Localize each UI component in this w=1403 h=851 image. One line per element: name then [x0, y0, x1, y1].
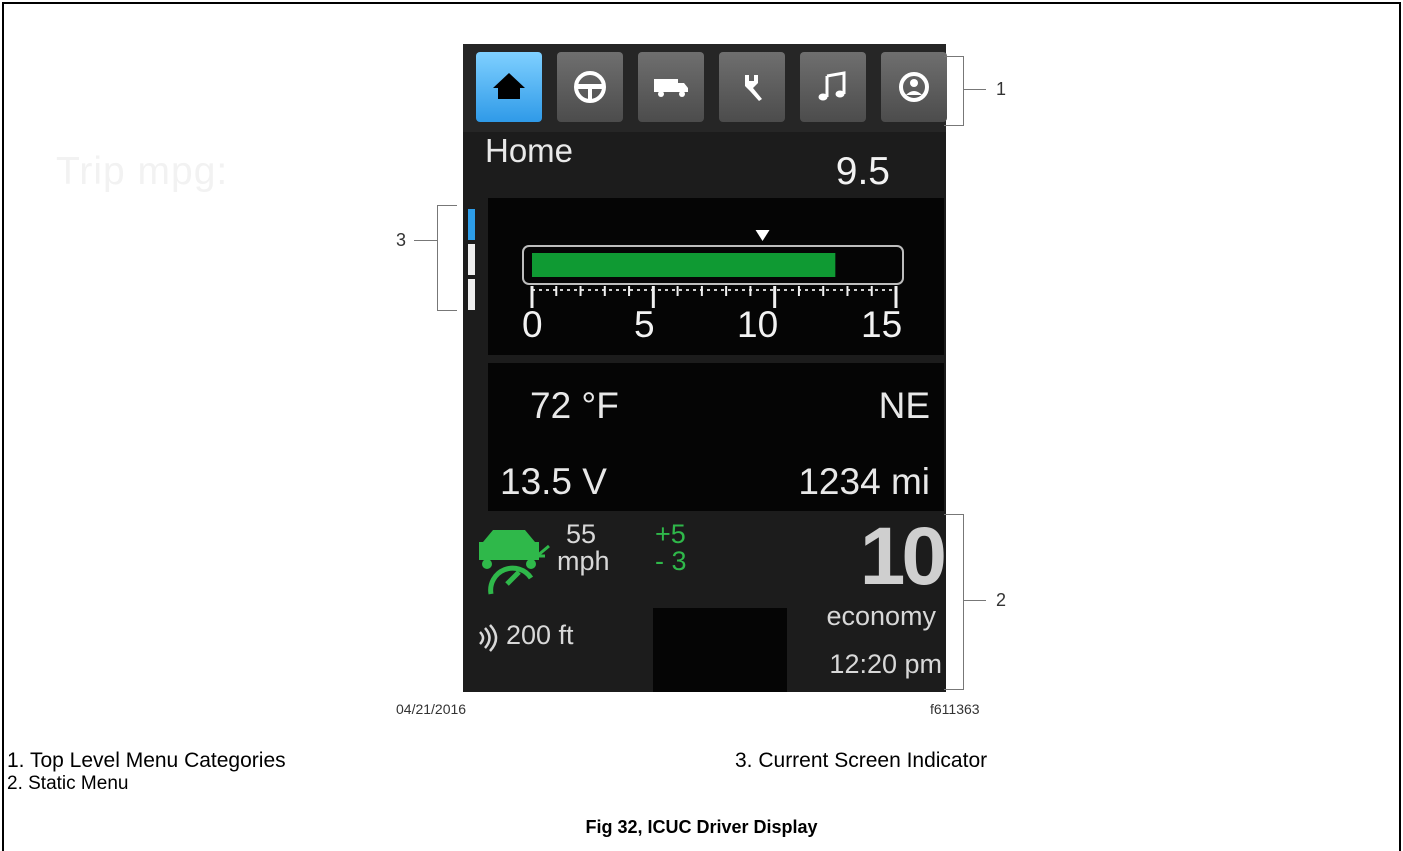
follow-distance-value: 200 ft: [506, 620, 574, 650]
settings-icon: [899, 72, 929, 102]
blank-status-panel: [653, 608, 787, 692]
tick-label-0: 0: [522, 304, 543, 345]
legend-item-1: 1. Top Level Menu Categories: [7, 749, 286, 772]
odometer-value: 1234 mi: [798, 461, 930, 502]
figure-date: 04/21/2016: [396, 701, 467, 717]
adaptive-cruise-icon: [479, 530, 550, 595]
music-note-icon: [818, 71, 846, 101]
current-gear: 10: [859, 511, 947, 602]
trip-mpg-value: 9.5: [835, 150, 890, 193]
trip-mpg-gauge: [522, 230, 904, 308]
voltage-value: 13.5 V: [500, 461, 607, 502]
gauge-marker: [755, 230, 770, 241]
page-border-top: [2, 2, 1401, 4]
page-border-left: [2, 2, 4, 851]
callout-bracket-2-bottom: [944, 689, 964, 690]
figure-caption: Fig 32, ICUC Driver Display: [585, 817, 818, 837]
legend-item-2: 2. Static Menu: [7, 773, 129, 794]
callout-bracket-3-top: [437, 205, 457, 206]
legend-item-3: 3. Current Screen Indicator: [735, 749, 988, 772]
menu-button-settings[interactable]: [881, 52, 947, 122]
gauge-fill-bar: [532, 253, 836, 277]
screen-title: Home: [485, 132, 574, 169]
callout-bracket-1-bottom: [944, 125, 964, 126]
screen-indicator-1[interactable]: [468, 209, 475, 240]
tick-label-5: 5: [634, 304, 655, 345]
truck-icon: [654, 79, 688, 97]
drive-mode: economy: [826, 601, 936, 631]
menu-button-vehicle[interactable]: [557, 52, 623, 122]
callout-bracket-1-top: [944, 56, 964, 57]
menu-button-truck[interactable]: [638, 52, 704, 122]
clock-time: 12:20 pm: [829, 649, 942, 679]
callout-leader-2: [964, 600, 986, 601]
menu-button-service[interactable]: [719, 52, 785, 122]
callout-bracket-1: [963, 56, 964, 126]
callout-bracket-3-bottom: [437, 310, 457, 311]
speed-minus-offset: - 3: [655, 546, 687, 576]
screen-indicator-3[interactable]: [468, 279, 475, 310]
radar-signal-icon: [479, 624, 498, 652]
heading-value: NE: [878, 385, 930, 426]
callout-1: 1: [996, 79, 1007, 99]
callout-leader-1: [964, 89, 986, 90]
home-icon: [493, 73, 525, 99]
callout-3: 3: [396, 230, 407, 250]
page-border-right: [1399, 2, 1401, 851]
callout-leader-3: [414, 240, 437, 241]
menu-button-media[interactable]: [800, 52, 866, 122]
callout-2: 2: [996, 590, 1007, 610]
tick-label-10: 10: [737, 304, 779, 345]
menu-button-home[interactable]: [476, 52, 542, 122]
steering-wheel-icon: [574, 71, 606, 103]
speed-unit: mph: [557, 546, 610, 576]
trip-mpg-label: Trip mpg:: [56, 150, 229, 193]
callout-bracket-3: [437, 205, 438, 311]
figure-id: f611363: [930, 701, 980, 717]
top-menu-bar: [463, 44, 947, 132]
tick-label-15: 15: [861, 304, 903, 345]
callout-bracket-2: [963, 514, 964, 690]
screen-indicator-2[interactable]: [468, 244, 475, 275]
temperature-value: 72 °F: [530, 385, 619, 426]
callout-bracket-2-top: [944, 514, 964, 515]
wrench-icon: [745, 75, 762, 101]
